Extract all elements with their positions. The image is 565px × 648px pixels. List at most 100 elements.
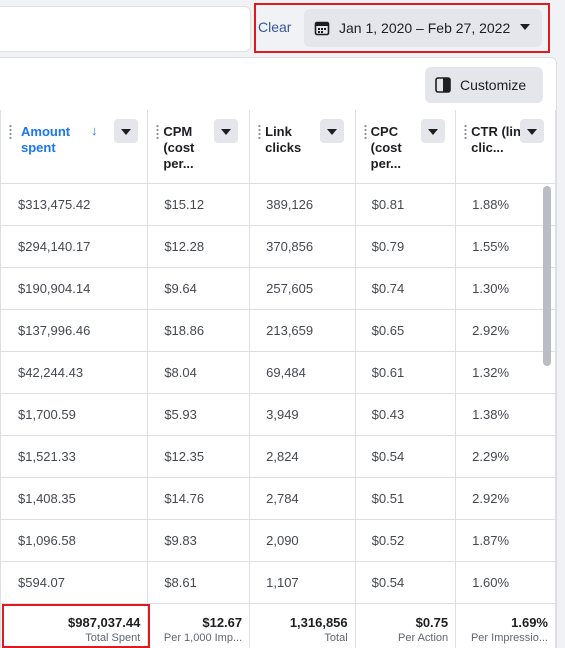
drag-handle-icon[interactable] — [156, 124, 160, 140]
cell-cpc: $0.43 — [355, 393, 457, 436]
cell-cpm: $9.64 — [147, 267, 251, 310]
totals-row: $987,037.44 Total Spent $12.67 Per 1,000… — [0, 603, 556, 648]
cell-amount-spent: $137,996.46 — [0, 309, 149, 352]
table-row: $1,096.58 $9.83 2,090 $0.52 1.87% — [0, 519, 556, 562]
customize-button[interactable]: Customize — [425, 67, 543, 103]
cell-ctr: 2.29% — [455, 435, 556, 478]
cell-link-clicks: 2,784 — [249, 477, 356, 520]
cell-link-clicks: 257,605 — [249, 267, 356, 310]
top-toolbar: Clear Jan 1, 2020 – Feb 27, 2022 — [0, 0, 565, 57]
total-caption: Total — [324, 631, 348, 644]
cell-amount-spent: $313,475.42 — [0, 183, 149, 226]
table-row: $313,475.42 $15.12 389,126 $0.81 1.88% — [0, 183, 556, 226]
column-header-cpm[interactable]: CPM (cost per... — [147, 110, 251, 184]
drag-handle-icon[interactable] — [363, 124, 367, 140]
cell-cpc: $0.81 — [355, 183, 457, 226]
total-ctr: 1.69% Per Impressio... — [455, 603, 556, 648]
table-row: $1,521.33 $12.35 2,824 $0.54 2.29% — [0, 435, 556, 478]
vertical-scrollbar[interactable] — [543, 186, 551, 366]
cell-cpc: $0.54 — [355, 435, 457, 478]
total-value: $987,037.44 — [68, 614, 141, 630]
columns-panel-icon — [435, 77, 451, 93]
cell-amount-spent: $1,700.59 — [0, 393, 149, 436]
cell-link-clicks: 1,107 — [249, 561, 356, 604]
column-menu-button[interactable] — [420, 119, 445, 143]
cell-cpm: $8.04 — [147, 351, 251, 394]
cell-ctr: 2.92% — [455, 309, 556, 352]
cell-cpc: $0.52 — [355, 519, 457, 562]
column-header-amount-spent[interactable]: Amount spent ↓ — [0, 110, 149, 184]
cell-amount-spent: $190,904.14 — [0, 267, 149, 310]
table-row: $137,996.46 $18.86 213,659 $0.65 2.92% — [0, 309, 556, 352]
cell-ctr: 1.88% — [455, 183, 556, 226]
total-caption: Total Spent — [85, 631, 141, 644]
total-cpm: $12.67 Per 1,000 Imp... — [147, 603, 251, 648]
cell-ctr: 1.55% — [455, 225, 556, 268]
cell-ctr: 1.60% — [455, 561, 556, 604]
date-range-highlight — [254, 3, 550, 53]
cell-cpc: $0.54 — [355, 561, 457, 604]
cell-link-clicks: 370,856 — [249, 225, 356, 268]
table-row: $294,140.17 $12.28 370,856 $0.79 1.55% — [0, 225, 556, 268]
cell-amount-spent: $1,408.35 — [0, 477, 149, 520]
cell-cpm: $8.61 — [147, 561, 251, 604]
column-menu-button[interactable] — [114, 119, 138, 143]
cell-link-clicks: 2,090 — [249, 519, 356, 562]
cell-amount-spent: $42,244.43 — [0, 351, 149, 394]
column-header-link-clicks[interactable]: Link clicks — [249, 110, 356, 184]
table-row: $42,244.43 $8.04 69,484 $0.61 1.32% — [0, 351, 556, 394]
total-caption: Per 1,000 Imp... — [163, 631, 243, 644]
cell-ctr: 1.30% — [455, 267, 556, 310]
cell-amount-spent: $294,140.17 — [0, 225, 149, 268]
cell-cpm: $18.86 — [147, 309, 251, 352]
total-value: 1.69% — [511, 614, 548, 630]
column-label: Amount spent — [21, 124, 71, 155]
table-row: $1,700.59 $5.93 3,949 $0.43 1.38% — [0, 393, 556, 436]
cell-ctr: 1.38% — [455, 393, 556, 436]
filter-bar[interactable] — [0, 6, 251, 52]
table-row: $1,408.35 $14.76 2,784 $0.51 2.92% — [0, 477, 556, 520]
total-link-clicks: 1,316,856 Total — [249, 603, 356, 648]
cell-link-clicks: 213,659 — [249, 309, 356, 352]
cell-cpm: $9.83 — [147, 519, 251, 562]
column-header-ctr[interactable]: CTR (link clic... — [455, 110, 556, 184]
cell-ctr: 2.92% — [455, 477, 556, 520]
cell-cpc: $0.74 — [355, 267, 457, 310]
total-value: $12.67 — [202, 614, 243, 630]
cell-cpm: $5.93 — [147, 393, 251, 436]
total-amount-spent: $987,037.44 Total Spent — [0, 603, 149, 648]
cell-cpc: $0.51 — [355, 477, 457, 520]
cell-ctr: 1.87% — [455, 519, 556, 562]
total-caption: Per Impressio... — [470, 631, 548, 644]
cell-cpm: $14.76 — [147, 477, 251, 520]
total-value: $0.75 — [415, 614, 449, 630]
cell-cpm: $12.28 — [147, 225, 251, 268]
column-menu-button[interactable] — [214, 119, 239, 143]
table-row: $594.07 $8.61 1,107 $0.54 1.60% — [0, 561, 556, 604]
cell-cpc: $0.79 — [355, 225, 457, 268]
cell-amount-spent: $594.07 — [0, 561, 149, 604]
report-panel: Customize Amount spent ↓ CPM (cost per..… — [0, 57, 557, 648]
drag-handle-icon[interactable] — [464, 124, 468, 140]
cell-ctr: 1.32% — [455, 351, 556, 394]
cell-link-clicks: 3,949 — [249, 393, 356, 436]
column-header-cpc[interactable]: CPC (cost per... — [355, 110, 457, 184]
drag-handle-icon[interactable] — [258, 124, 262, 140]
cell-link-clicks: 69,484 — [249, 351, 356, 394]
table-row: $190,904.14 $9.64 257,605 $0.74 1.30% — [0, 267, 556, 310]
customize-label: Customize — [460, 77, 527, 93]
arrow-down-icon[interactable]: ↓ — [91, 123, 98, 138]
total-cpc: $0.75 Per Action — [355, 603, 457, 648]
total-caption: Per Action — [398, 631, 449, 644]
cell-amount-spent: $1,096.58 — [0, 519, 149, 562]
total-value: 1,316,856 — [289, 614, 348, 630]
column-menu-button[interactable] — [520, 119, 545, 143]
column-menu-button[interactable] — [320, 119, 345, 143]
cell-cpc: $0.65 — [355, 309, 457, 352]
cell-link-clicks: 2,824 — [249, 435, 356, 478]
cell-cpm: $12.35 — [147, 435, 251, 478]
header-row: Amount spent ↓ CPM (cost per... Link cli… — [0, 110, 556, 184]
cell-amount-spent: $1,521.33 — [0, 435, 149, 478]
drag-handle-icon[interactable] — [9, 124, 12, 140]
column-label: Link clicks — [265, 124, 302, 155]
